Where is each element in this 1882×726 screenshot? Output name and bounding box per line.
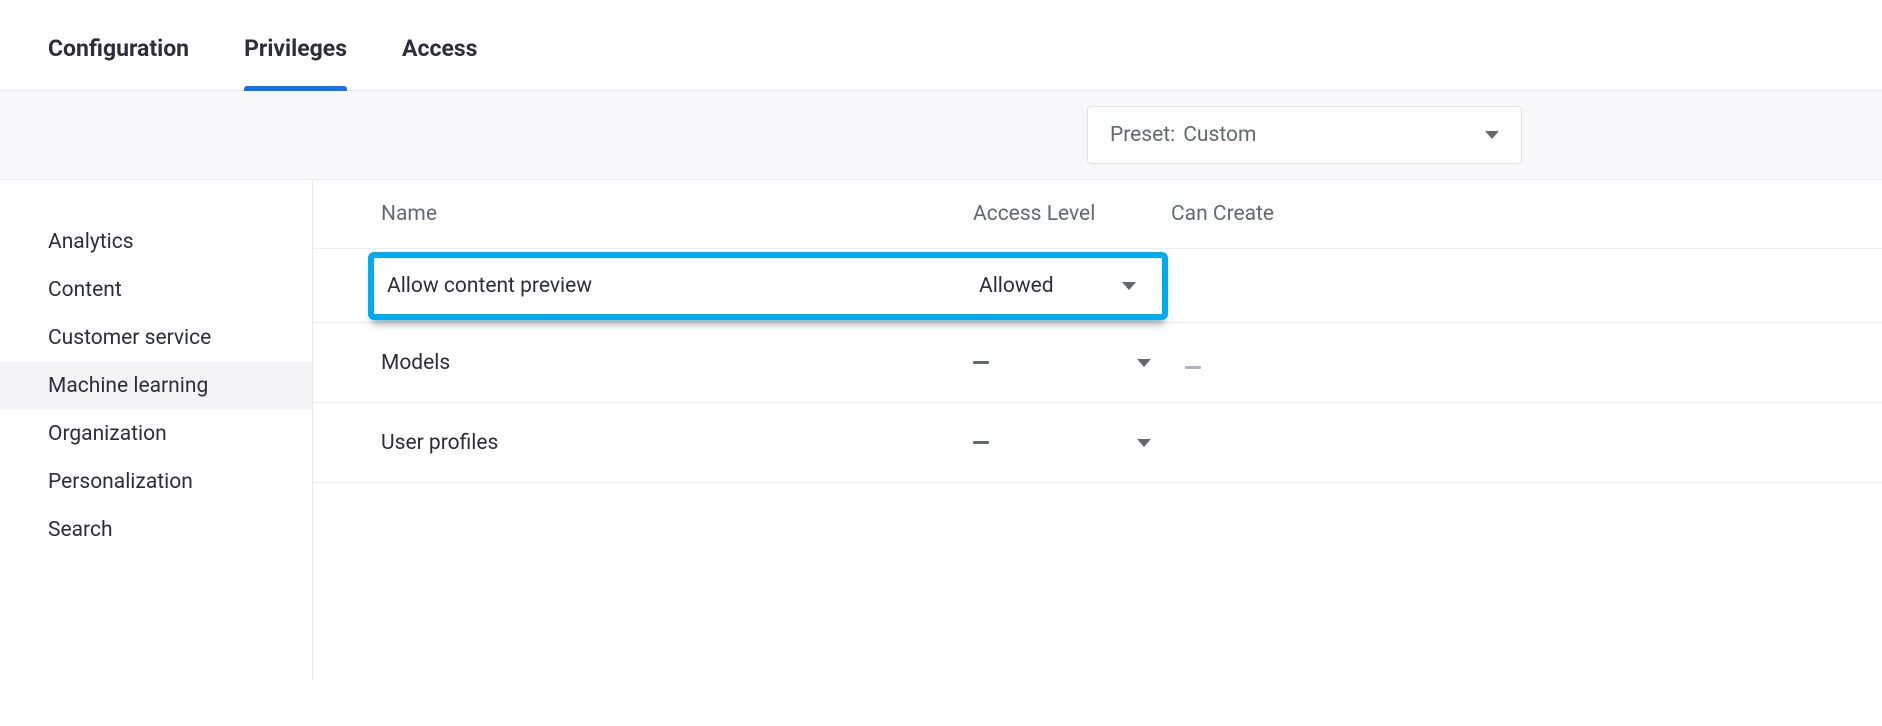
sidebar-item-organization[interactable]: Organization: [0, 410, 312, 458]
sidebar-item-machine-learning[interactable]: Machine learning: [0, 362, 312, 410]
access-level-select[interactable]: Allowed: [979, 274, 1150, 298]
preset-bar: Preset: Custom: [0, 91, 1882, 180]
preset-select[interactable]: Preset: Custom: [1087, 106, 1522, 164]
column-access-level: Access Level: [973, 202, 1171, 226]
dash-icon: [1185, 366, 1201, 369]
access-level-select[interactable]: [973, 439, 1171, 447]
row-name: Models: [313, 351, 973, 375]
tab-configuration[interactable]: Configuration: [48, 35, 189, 90]
column-name: Name: [313, 202, 973, 226]
row-name: Allow content preview: [374, 274, 979, 298]
table-row: User profiles: [313, 403, 1882, 483]
sidebar: Analytics Content Customer service Machi…: [0, 180, 313, 680]
table-header: Name Access Level Can Create: [313, 180, 1882, 249]
access-level-value: Allowed: [979, 274, 1054, 298]
privileges-table: Name Access Level Can Create Allow conte…: [313, 180, 1882, 680]
chevron-down-icon: [1137, 359, 1151, 367]
chevron-down-icon: [1122, 282, 1136, 290]
preset-label: Preset:: [1110, 123, 1175, 147]
tab-privileges[interactable]: Privileges: [244, 35, 347, 90]
access-level-select[interactable]: [973, 359, 1171, 367]
dash-icon: [973, 361, 989, 364]
sidebar-item-search[interactable]: Search: [0, 506, 312, 554]
top-tabs: Configuration Privileges Access: [0, 0, 1882, 91]
sidebar-item-personalization[interactable]: Personalization: [0, 458, 312, 506]
chevron-down-icon: [1485, 131, 1499, 139]
highlighted-row: Allow content preview Allowed: [368, 252, 1168, 320]
sidebar-item-content[interactable]: Content: [0, 266, 312, 314]
dash-icon: [973, 441, 989, 444]
can-create-value: [1171, 351, 1201, 375]
chevron-down-icon: [1137, 439, 1151, 447]
table-row: Allow content preview Allowed: [313, 249, 1882, 323]
tab-access[interactable]: Access: [402, 35, 477, 90]
table-row: Models: [313, 323, 1882, 403]
sidebar-item-customer-service[interactable]: Customer service: [0, 314, 312, 362]
sidebar-item-analytics[interactable]: Analytics: [0, 218, 312, 266]
row-name: User profiles: [313, 431, 973, 455]
preset-value: Custom: [1183, 123, 1256, 147]
column-can-create: Can Create: [1171, 202, 1882, 226]
main-area: Analytics Content Customer service Machi…: [0, 180, 1882, 680]
